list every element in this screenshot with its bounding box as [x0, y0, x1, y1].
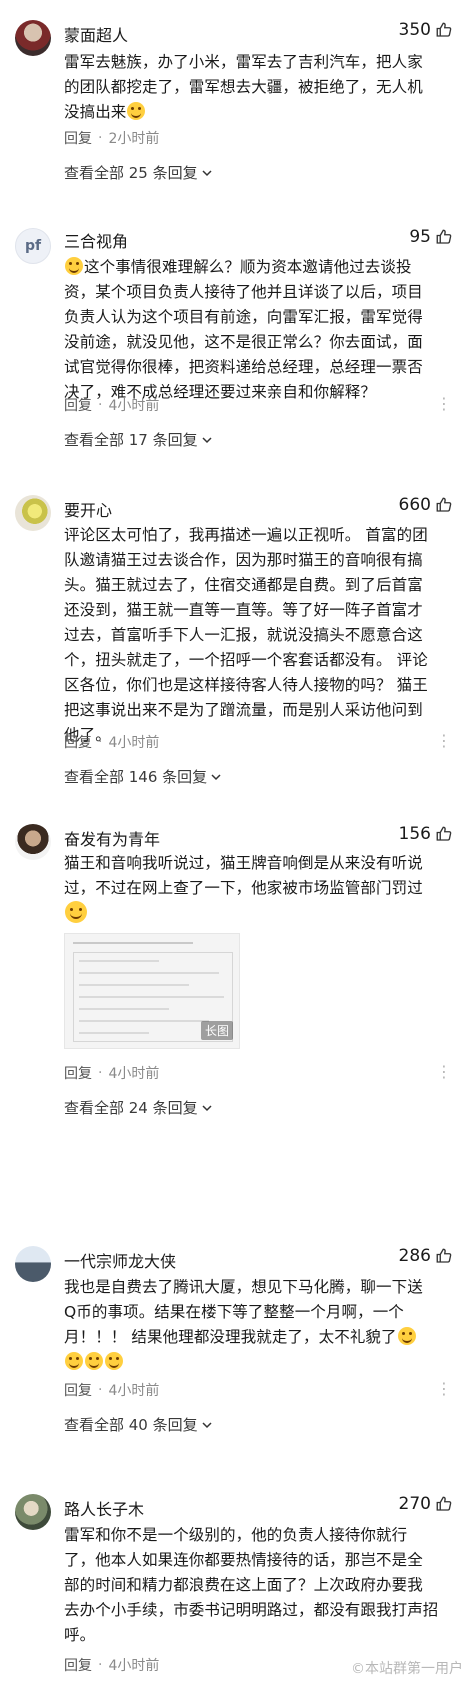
comment-text: 评论区太可怕了，我再描述一遍以正视听。 首富的团 队邀请猫王过去谈合作，因为那时… — [64, 526, 428, 744]
avatar[interactable] — [15, 1246, 51, 1282]
thumbs-up-icon — [436, 22, 452, 37]
reply-button[interactable]: 回复 — [64, 732, 92, 752]
grin-emoji-icon — [65, 257, 83, 275]
comment-text: 这个事情很难理解么？顺为资本邀请他过去谈投 资，某个项目负责人接待了他并且详谈了… — [64, 257, 423, 401]
username[interactable]: 一代宗师龙大侠 — [64, 1248, 176, 1272]
grin-emoji-icon — [127, 102, 146, 120]
reply-button[interactable]: 回复 — [64, 395, 92, 415]
more-dots-icon[interactable]: ⋮ — [436, 1379, 452, 1398]
grin-emoji-icon — [105, 1352, 123, 1370]
like-count: 660 — [398, 495, 431, 515]
username[interactable]: 三合视角 — [64, 228, 128, 252]
timestamp: 4小时前 — [108, 1066, 160, 1082]
view-all-replies[interactable]: 查看全部 25 条回复 — [64, 162, 213, 183]
thumbs-up-icon — [436, 1496, 452, 1511]
comment-meta: 回复 · 4小时前 — [64, 395, 160, 415]
username[interactable]: 路人长子木 — [64, 1496, 144, 1520]
grin-emoji-icon — [397, 1327, 416, 1345]
like-count: 156 — [398, 824, 431, 844]
username[interactable]: 奋发有为青年 — [64, 826, 160, 850]
chevron-down-icon — [211, 773, 221, 780]
view-all-replies[interactable]: 查看全部 146 条回复 — [64, 766, 222, 787]
view-all-replies[interactable]: 查看全部 24 条回复 — [64, 1097, 213, 1118]
comment-meta: 回复 · 2小时前 — [64, 128, 160, 148]
more-dots-icon[interactable]: ⋮ — [436, 731, 452, 750]
grin-emoji-icon — [65, 901, 87, 923]
reply-button[interactable]: 回复 — [64, 1380, 92, 1400]
like-button[interactable]: 350 — [399, 20, 453, 40]
reply-button[interactable]: 回复 — [64, 1655, 92, 1675]
username[interactable]: 蒙面超人 — [64, 22, 128, 46]
avatar[interactable] — [15, 1494, 51, 1530]
like-button[interactable]: 156 — [399, 824, 453, 844]
like-button[interactable]: 95 — [409, 227, 453, 247]
comment-text: 猫王和音响我听说过，猫王牌音响倒是从来没有听说 过，不过在网上查了一下，他家被市… — [64, 851, 454, 928]
comment-text: 雷军和你不是一个级别的，他的负责人接待你就行 了，他本人如果连你都要热情接待的话… — [64, 1526, 439, 1644]
thumbs-up-icon — [436, 229, 452, 244]
thumbs-up-icon — [436, 1248, 452, 1263]
view-all-replies[interactable]: 查看全部 40 条回复 — [64, 1414, 213, 1435]
thumbs-up-icon — [436, 826, 452, 841]
avatar[interactable]: pf — [15, 228, 51, 264]
view-all-replies[interactable]: 查看全部 17 条回复 — [64, 429, 213, 450]
comment-text: 雷军去魅族，办了小米，雷军去了吉利汽车，把人家 的团队都挖走了，雷军想去大疆，被… — [64, 53, 423, 121]
like-button[interactable]: 270 — [399, 1494, 453, 1514]
like-button[interactable]: 660 — [399, 495, 453, 515]
chevron-down-icon — [202, 169, 212, 176]
more-dots-icon[interactable]: ⋮ — [436, 1062, 452, 1081]
more-dots-icon[interactable]: ⋮ — [436, 394, 452, 413]
chevron-down-icon — [202, 1104, 212, 1111]
like-count: 350 — [398, 20, 431, 40]
reply-button[interactable]: 回复 — [64, 128, 92, 148]
chevron-down-icon — [202, 436, 212, 443]
chevron-down-icon — [202, 1421, 212, 1428]
thumbs-up-icon — [436, 497, 452, 512]
timestamp: 4小时前 — [108, 735, 160, 751]
username[interactable]: 要开心 — [64, 497, 112, 521]
comment-text: 我也是自费去了腾讯大厦，想见下马化腾，聊一下送 Q币的事项。结果在楼下等了整整一… — [64, 1275, 454, 1375]
avatar[interactable] — [15, 20, 51, 56]
attached-image[interactable]: 长图 — [64, 933, 240, 1049]
avatar[interactable] — [15, 824, 51, 860]
comment-meta: 回复 · 4小时前 — [64, 1655, 160, 1675]
long-image-tag: 长图 — [200, 1021, 233, 1040]
timestamp: 4小时前 — [108, 1383, 160, 1399]
timestamp: 4小时前 — [108, 1658, 160, 1674]
like-button[interactable]: 286 — [399, 1246, 453, 1266]
reply-button[interactable]: 回复 — [64, 1063, 92, 1083]
comment-meta: 回复 · 4小时前 — [64, 1063, 160, 1083]
like-count: 95 — [409, 227, 431, 247]
grin-emoji-icon — [85, 1352, 103, 1370]
timestamp: 2小时前 — [108, 131, 160, 147]
like-count: 270 — [398, 1494, 431, 1514]
watermark: ©本站群第一用户 — [351, 1661, 463, 1677]
like-count: 286 — [398, 1246, 431, 1266]
grin-emoji-icon — [65, 1352, 83, 1370]
timestamp: 4小时前 — [108, 398, 160, 414]
comment-meta: 回复 · 4小时前 — [64, 732, 160, 752]
comment-meta: 回复 · 4小时前 — [64, 1380, 160, 1400]
avatar[interactable] — [15, 495, 51, 531]
